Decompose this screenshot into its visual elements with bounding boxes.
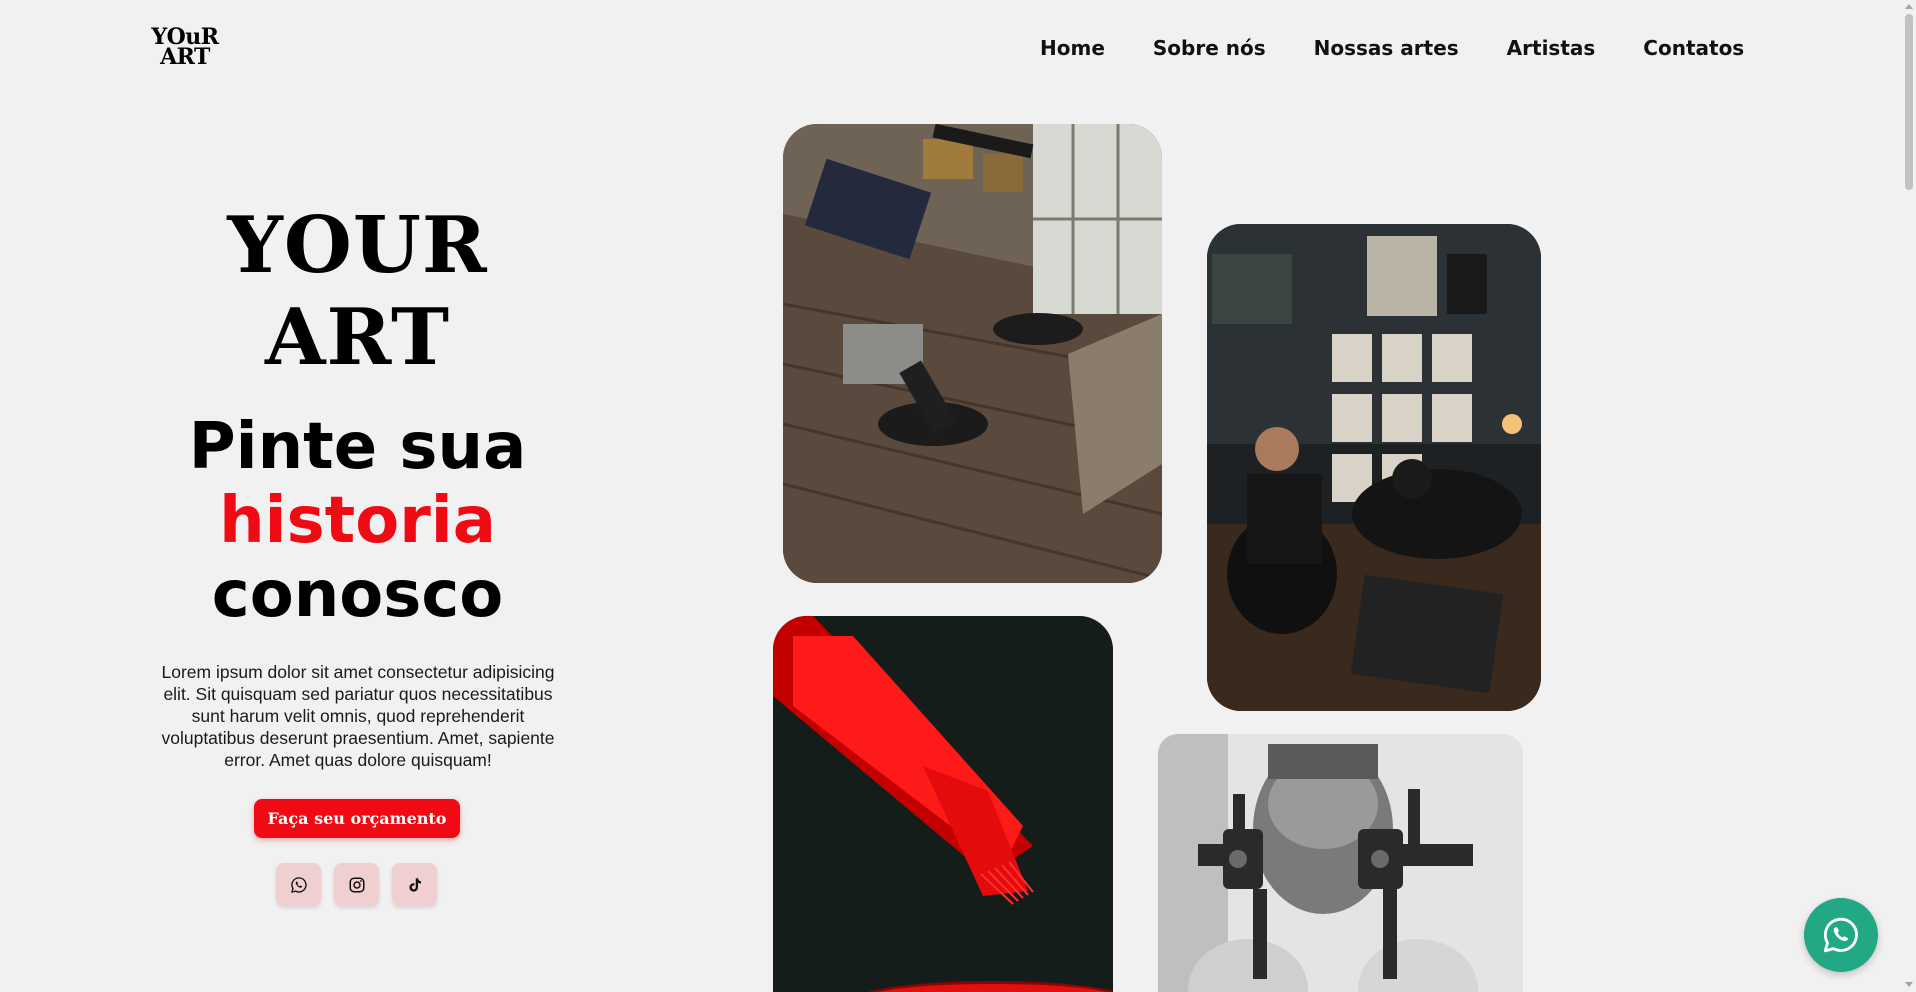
whatsapp-icon [290, 876, 307, 893]
hero-description: Lorem ipsum dolor sit amet consectetur a… [161, 662, 555, 770]
social-links [276, 863, 437, 906]
logo-line-2: ART [160, 44, 210, 70]
tattoo-needle-photo [773, 616, 1113, 992]
hero-brand-title: YOUR ART [150, 200, 565, 384]
nav-artistas[interactable]: Artistas [1507, 36, 1596, 66]
tattoo-studio-photo [783, 124, 1162, 583]
quote-button[interactable]: Faça seu orçamento [254, 799, 460, 838]
page-scrollbar[interactable] [1902, 0, 1916, 992]
whatsapp-icon [1823, 917, 1858, 953]
main-nav: Home Sobre nós Nossas artes Artistas Con… [1040, 36, 1744, 66]
nav-sobre-nos[interactable]: Sobre nós [1153, 36, 1266, 66]
whatsapp-float-button[interactable] [1804, 898, 1878, 972]
site-logo[interactable]: YOuR ART [147, 26, 223, 70]
whatsapp-link[interactable] [276, 863, 321, 906]
instagram-icon [349, 877, 364, 892]
tiktok-icon [408, 877, 421, 892]
hero-brand-line-1: YOUR [227, 200, 488, 291]
hero-tagline: Pinte sua historia conosco [150, 410, 565, 632]
tattoo-machine-photo [1158, 734, 1523, 992]
nav-nossas-artes[interactable]: Nossas artes [1314, 36, 1459, 66]
nav-home[interactable]: Home [1040, 36, 1105, 66]
scroll-thumb[interactable] [1905, 14, 1913, 190]
tagline-accent: historia [219, 484, 496, 558]
scroll-up-arrow[interactable] [1905, 4, 1913, 9]
tagline-line-1: Pinte sua [188, 410, 527, 484]
page: YOuR ART Home Sobre nós Nossas artes Art… [0, 0, 1916, 992]
hero-brand-line-2: ART [264, 292, 450, 383]
nav-contatos[interactable]: Contatos [1643, 36, 1744, 66]
scroll-down-arrow[interactable] [1905, 982, 1913, 987]
tattoo-artists-photo [1207, 224, 1541, 711]
tagline-line-3: conosco [211, 558, 504, 632]
instagram-link[interactable] [334, 863, 379, 906]
tiktok-link[interactable] [392, 863, 437, 906]
